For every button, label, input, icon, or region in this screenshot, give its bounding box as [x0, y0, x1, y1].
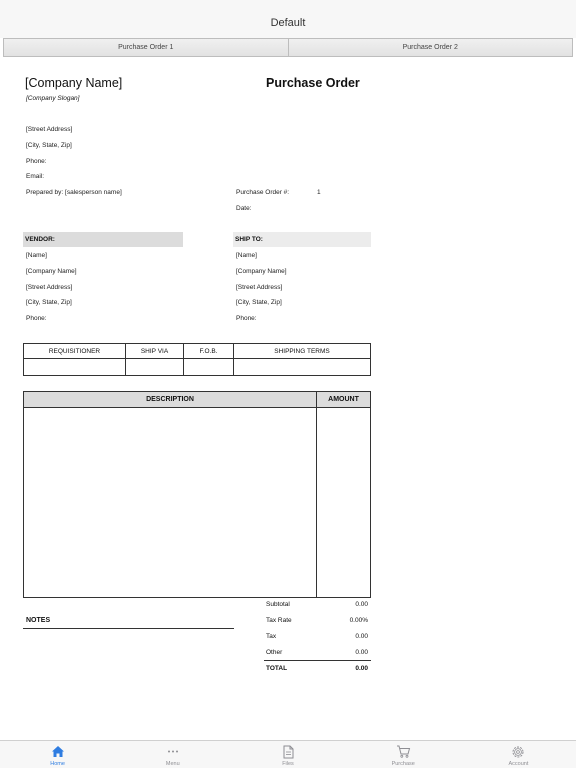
subtotal-value: 0.00	[355, 601, 368, 608]
company-name[interactable]: [Company Name]	[25, 76, 122, 90]
ship-via-cell[interactable]	[125, 358, 184, 376]
other-value[interactable]: 0.00	[355, 649, 368, 656]
gear-icon	[510, 744, 526, 759]
ship-to-city[interactable]: [City, State, Zip]	[236, 299, 282, 306]
ship-to-name[interactable]: [Name]	[236, 252, 257, 259]
requisitioner-cell[interactable]	[23, 358, 126, 376]
tabbar-purchase-label: Purchase	[391, 761, 415, 767]
email-field[interactable]: Email:	[26, 173, 44, 180]
fob-cell[interactable]	[183, 358, 234, 376]
document-title: Purchase Order	[266, 76, 360, 90]
po-number-label: Purchase Order #:	[236, 189, 290, 196]
home-icon	[50, 744, 66, 759]
more-icon	[165, 744, 181, 759]
tab-purchase-order-1[interactable]: Purchase Order 1	[3, 38, 289, 57]
notes-label[interactable]: NOTES	[26, 617, 50, 624]
items-table: DESCRIPTION AMOUNT	[23, 391, 371, 598]
other-label: Other	[266, 649, 283, 656]
tabbar-menu[interactable]: Menu	[115, 741, 230, 768]
tabbar-purchase[interactable]: Purchase	[346, 741, 461, 768]
file-icon	[280, 744, 296, 759]
items-table-header: DESCRIPTION AMOUNT	[24, 392, 370, 408]
cart-icon	[395, 744, 411, 759]
tabbar-menu-label: Menu	[165, 761, 180, 767]
vendor-header: VENDOR:	[23, 232, 183, 247]
tax-rate-value[interactable]: 0.00%	[350, 617, 368, 624]
shipping-terms-cell[interactable]	[233, 358, 371, 376]
document-tabs: Purchase Order 1 Purchase Order 2	[3, 38, 573, 57]
ship-to-street[interactable]: [Street Address]	[236, 284, 282, 291]
tax-rate-label: Tax Rate	[266, 617, 292, 624]
total-label: TOTAL	[266, 665, 288, 672]
subtotal-label: Subtotal	[266, 601, 290, 608]
tax-label: Tax	[266, 633, 277, 640]
city-state-zip[interactable]: [City, State, Zip]	[26, 142, 72, 149]
vendor-company[interactable]: [Company Name]	[26, 268, 77, 275]
tabbar-home-label: Home	[50, 761, 65, 767]
notes-divider	[23, 628, 234, 629]
description-header: DESCRIPTION	[146, 396, 194, 403]
tabbar-home[interactable]: Home	[0, 741, 115, 768]
vendor-name[interactable]: [Name]	[26, 252, 47, 259]
ship-to-company[interactable]: [Company Name]	[236, 268, 287, 275]
total-value: 0.00	[355, 665, 368, 672]
ship-via-header: SHIP VIA	[125, 343, 184, 359]
column-divider	[316, 408, 317, 597]
phone-field[interactable]: Phone:	[26, 158, 47, 165]
prepared-by[interactable]: Prepared by: [salesperson name]	[26, 189, 122, 196]
ship-to-phone[interactable]: Phone:	[236, 315, 257, 322]
shipping-terms-header: SHIPPING TERMS	[233, 343, 371, 359]
requisitioner-header: REQUISITIONER	[23, 343, 126, 359]
tab-bar: Home Menu Files Purchase Account	[0, 740, 576, 768]
vendor-phone[interactable]: Phone:	[26, 315, 47, 322]
total-divider	[264, 660, 371, 661]
company-slogan[interactable]: [Company Slogan]	[26, 95, 79, 102]
ship-to-header: SHIP TO:	[233, 232, 371, 247]
tabbar-account-label: Account	[508, 761, 529, 767]
amount-header: AMOUNT	[316, 392, 370, 408]
vendor-city[interactable]: [City, State, Zip]	[26, 299, 72, 306]
po-number-value[interactable]: 1	[317, 189, 321, 196]
street-address[interactable]: [Street Address]	[26, 126, 72, 133]
fob-header: F.O.B.	[183, 343, 234, 359]
tabbar-files[interactable]: Files	[230, 741, 345, 768]
tabbar-files-label: Files	[282, 761, 294, 767]
shipping-info-table: REQUISITIONER SHIP VIA F.O.B. SHIPPING T…	[23, 343, 371, 376]
tab-purchase-order-2[interactable]: Purchase Order 2	[288, 38, 573, 57]
navigation-bar: Default	[0, 0, 576, 38]
tabbar-account[interactable]: Account	[461, 741, 576, 768]
date-label[interactable]: Date:	[236, 205, 252, 212]
tax-value: 0.00	[355, 633, 368, 640]
vendor-street[interactable]: [Street Address]	[26, 284, 72, 291]
